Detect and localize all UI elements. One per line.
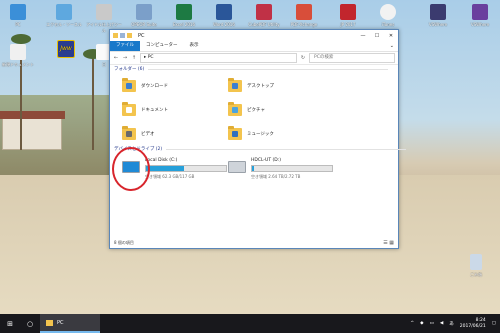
document-icon: [10, 44, 26, 60]
hard-drive-icon: [228, 161, 246, 173]
drive-c-usage-bar: [145, 165, 227, 172]
volume-icon[interactable]: ◀: [440, 321, 443, 326]
desktop-icon-app[interactable]: VSWhere: [462, 4, 498, 27]
ribbon-tabs: ファイル コンピューター 表示 ⌄: [110, 41, 398, 52]
desktop-icon-word[interactable]: Word 2016: [206, 4, 242, 27]
red-annotation-circle: [112, 147, 150, 191]
view-toggle-icons[interactable]: ☰ ▦: [383, 240, 394, 246]
app-icon: [96, 4, 112, 20]
videos-folder-icon: [122, 126, 136, 140]
desktop-icon-app[interactable]: VSWhere: [420, 4, 456, 27]
desktop-icon-cubepdf[interactable]: CubePDF Utility: [246, 4, 282, 27]
desktop-folder-icon: [228, 78, 242, 92]
explorer-window: PC — ☐ ✕ ファイル コンピューター 表示 ⌄ ← → ↑ ▸ PC ↻ …: [109, 29, 408, 249]
start-button[interactable]: ⊞: [0, 320, 20, 328]
taskbar-explorer-button[interactable]: PC: [40, 314, 100, 333]
ribbon-expand-icon[interactable]: ⌄: [390, 43, 394, 49]
desktop-icon-jp[interactable]: JP 2017: [330, 4, 366, 27]
itunes-icon: [380, 4, 396, 20]
desktop-icon-jww[interactable]: Jww: [48, 40, 84, 60]
jww-icon: Jww: [57, 40, 75, 58]
recycle-bin-icon: [470, 254, 482, 270]
address-field[interactable]: ▸ PC: [140, 53, 297, 63]
notification-icon[interactable]: ▢: [492, 321, 496, 326]
folder-pictures[interactable]: ピクチャ: [228, 102, 265, 116]
tab-file[interactable]: ファイル: [110, 41, 140, 51]
shield-icon[interactable]: ◆: [420, 321, 423, 326]
up-arrow-icon[interactable]: ↑: [131, 55, 137, 61]
desktop-icon-opeor[interactable]: OPEOR Suite: [126, 4, 162, 27]
pc-icon: [10, 4, 26, 20]
word-icon: [216, 4, 232, 20]
app-icon: [340, 4, 356, 20]
content-pane: フォルダー (6) ダウンロード デスクトップ ドキュメント ピクチャ ビデオ …: [110, 64, 408, 236]
desktop-icon-pc[interactable]: PC: [0, 4, 36, 27]
desktop-icon-recycle-bin[interactable]: ごみ箱: [458, 254, 494, 278]
desktop-icon-excel-tool[interactable]: エクセル・ソースル: [46, 4, 82, 28]
explorer-icon: [46, 319, 53, 326]
tray-up-arrow-icon[interactable]: ^: [410, 321, 414, 326]
title-bar[interactable]: PC — ☐ ✕: [110, 30, 398, 41]
window-title: PC: [138, 32, 145, 39]
back-arrow-icon[interactable]: ←: [113, 55, 119, 61]
tab-computer[interactable]: コンピューター: [140, 41, 184, 51]
drive-d[interactable]: HDCL-UT (D:) 空き領域 2.64 TB/2.72 TB: [228, 158, 333, 180]
palm-tree: [83, 49, 103, 150]
system-tray: ^ ◆ ▭ ◀ あ 8:24 2017/06/21 ▢: [410, 318, 500, 330]
new-folder-icon[interactable]: [127, 33, 132, 38]
maximize-button[interactable]: ☐: [370, 33, 384, 39]
ime-indicator[interactable]: あ: [449, 321, 454, 327]
app-icon: [472, 4, 488, 20]
desktop-icon-pdf[interactable]: PDF-Xchange: [286, 4, 322, 27]
folder-downloads[interactable]: ダウンロード: [122, 78, 168, 92]
excel-icon: [176, 4, 192, 20]
search-circle-icon[interactable]: ○: [20, 320, 40, 328]
folder-documents[interactable]: ドキュメント: [122, 102, 168, 116]
desktop-icon-itunes[interactable]: iTunes: [370, 4, 406, 27]
desktop-icon-new-doc[interactable]: 新規ドキュメント: [0, 44, 36, 68]
close-button[interactable]: ✕: [384, 33, 398, 39]
pdf-icon: [256, 4, 272, 20]
app-icon: [56, 4, 72, 20]
search-input[interactable]: PCの検索: [309, 53, 395, 63]
quick-access-icon[interactable]: [120, 33, 125, 38]
pictures-folder-icon: [228, 102, 242, 116]
drive-d-usage-bar: [251, 165, 333, 172]
app-icon: [430, 4, 446, 20]
desktop-icon-excel[interactable]: Excel 2016: [166, 4, 202, 27]
app-icon: [136, 4, 152, 20]
clock[interactable]: 8:24 2017/06/21: [460, 318, 486, 330]
status-bar-count: 8 個の項目: [114, 240, 134, 245]
minimize-button[interactable]: —: [356, 33, 370, 39]
beach-house: [0, 111, 65, 150]
folder-music[interactable]: ミュージック: [228, 126, 274, 140]
tab-view[interactable]: 表示: [184, 41, 205, 51]
folder-desktop[interactable]: デスクトップ: [228, 78, 274, 92]
pdf-icon: [296, 4, 312, 20]
network-icon[interactable]: ▭: [430, 321, 434, 326]
music-folder-icon: [228, 126, 242, 140]
forward-arrow-icon[interactable]: →: [122, 55, 128, 61]
folder-videos[interactable]: ビデオ: [122, 126, 155, 140]
folder-icon: [113, 33, 118, 38]
refresh-icon[interactable]: ↻: [300, 55, 306, 61]
taskbar: ⊞ ○ PC ^ ◆ ▭ ◀ あ 8:24 2017/06/21 ▢: [0, 314, 500, 333]
download-folder-icon: [122, 78, 136, 92]
folders-header[interactable]: フォルダー (6): [114, 66, 392, 72]
documents-folder-icon: [122, 102, 136, 116]
